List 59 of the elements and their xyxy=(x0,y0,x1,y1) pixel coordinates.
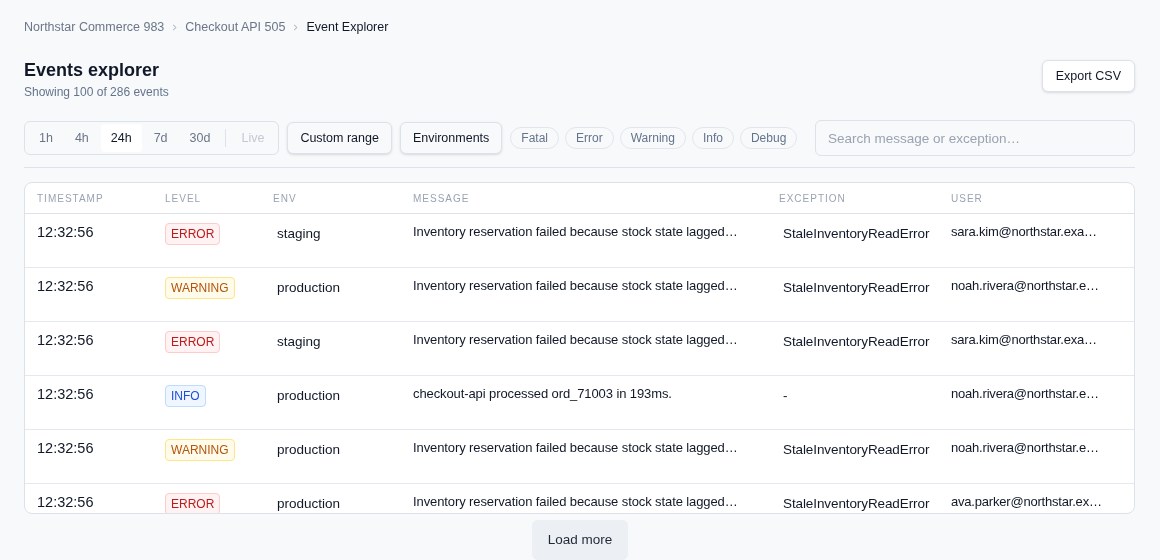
timestamp-cell-text: 12:32:56 xyxy=(37,493,94,512)
page-title: Events explorer xyxy=(24,59,161,82)
message-cell-text: Inventory reservation failed because stock state lagged… xyxy=(413,277,738,295)
breadcrumb-link[interactable]: Checkout API 505 xyxy=(185,17,286,37)
time-range-tab[interactable]: 1h xyxy=(29,124,63,152)
level-badge: ERROR xyxy=(165,331,221,353)
level-badge: ERROR xyxy=(165,493,221,513)
env-cell-text: staging xyxy=(277,333,321,351)
load-more-button[interactable]: Load more xyxy=(531,520,629,560)
time-range-tab[interactable]: 30d xyxy=(179,124,221,152)
user-cell-text: noah.rivera@northstar.e… xyxy=(951,385,1099,403)
message-cell-text: Inventory reservation failed because stock state lagged… xyxy=(413,223,738,241)
breadcrumb-link[interactable]: Northstar Commerce 983 xyxy=(24,17,165,37)
message-cell-text: checkout-api processed ord_71003 in 193ms. xyxy=(413,385,672,403)
env-cell-text: staging xyxy=(277,225,321,243)
message-cell-text: Inventory reservation failed because stock state lagged… xyxy=(413,493,738,511)
env-cell-text: production xyxy=(277,279,341,297)
time-range-tab[interactable]: 24h xyxy=(100,124,142,152)
level-badge: ERROR xyxy=(165,223,221,245)
level-badge: INFO xyxy=(165,385,206,407)
search-field[interactable]: Search message or exception… xyxy=(815,120,1135,156)
filter-button[interactable]: Environments xyxy=(399,122,503,154)
exception-cell-text: StaleInventoryReadError xyxy=(783,441,930,459)
timestamp-cell-text: 12:32:56 xyxy=(37,331,94,350)
exception-cell-text: - xyxy=(783,387,788,405)
env-cell-text: production xyxy=(277,495,341,513)
column-header: EXCEPTION xyxy=(779,191,847,206)
export-csv-button[interactable]: Export CSV xyxy=(1041,60,1135,92)
column-header: LEVEL xyxy=(165,191,203,206)
env-cell-text: production xyxy=(277,441,341,459)
exception-cell-text: StaleInventoryReadError xyxy=(783,279,930,297)
time-range-tab[interactable]: 4h xyxy=(64,124,99,152)
level-badge: WARNING xyxy=(165,439,235,461)
column-header: ENV xyxy=(273,191,298,206)
message-cell-text: Inventory reservation failed because stock state lagged… xyxy=(413,331,738,349)
column-header: MESSAGE xyxy=(413,191,471,206)
user-cell-text: noah.rivera@northstar.e… xyxy=(951,277,1099,295)
time-range-tab[interactable]: 7d xyxy=(143,124,178,152)
timestamp-cell-text: 12:32:56 xyxy=(37,385,94,404)
user-cell-text: sara.kim@northstar.exa… xyxy=(951,223,1097,241)
timestamp-cell-text: 12:32:56 xyxy=(37,223,94,242)
chevron-right-icon xyxy=(292,23,300,31)
timestamp-cell-text: 12:32:56 xyxy=(37,439,94,458)
exception-cell-text: StaleInventoryReadError xyxy=(783,225,930,243)
page-subtitle: Showing 100 of 286 events xyxy=(24,84,169,101)
env-cell-text: production xyxy=(277,387,341,405)
column-header: USER xyxy=(951,191,984,206)
exception-cell-text: StaleInventoryReadError xyxy=(783,333,930,351)
level-badge: WARNING xyxy=(165,277,235,299)
filter-button[interactable]: Custom range xyxy=(287,122,392,154)
column-header: TIMESTAMP xyxy=(36,191,105,206)
timestamp-cell-text: 12:32:56 xyxy=(37,277,94,296)
user-cell-text: ava.parker@northstar.ex… xyxy=(951,493,1102,511)
user-cell-text: noah.rivera@northstar.e… xyxy=(951,439,1099,457)
breadcrumb-current: Event Explorer xyxy=(306,18,389,36)
user-cell-text: sara.kim@northstar.exa… xyxy=(951,331,1097,349)
exception-cell-text: StaleInventoryReadError xyxy=(783,495,930,513)
chevron-right-icon xyxy=(171,23,179,31)
message-cell-text: Inventory reservation failed because stock state lagged… xyxy=(413,439,738,457)
